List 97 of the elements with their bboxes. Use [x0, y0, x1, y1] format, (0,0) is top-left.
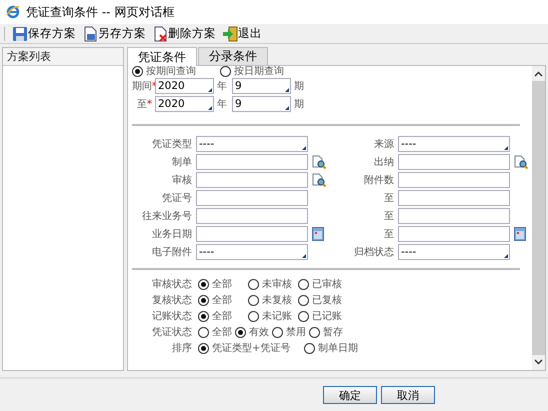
- toolbar-button[interactable]: 保存方案: [10, 24, 78, 42]
- toolbar-button[interactable]: 另存方案: [80, 24, 148, 42]
- radio-button[interactable]: [298, 294, 309, 306]
- radio-button[interactable]: [272, 326, 283, 338]
- calendar-icon[interactable]: [312, 227, 324, 241]
- radio-button[interactable]: [220, 66, 231, 76]
- tab[interactable]: 凭证条件: [127, 47, 197, 66]
- field-label: 往来业务号: [141, 210, 192, 223]
- field-label: 审核: [171, 174, 192, 187]
- field-label: 归档状态: [353, 246, 394, 259]
- radio-button[interactable]: [198, 310, 209, 322]
- unit-label: 年: [217, 80, 228, 93]
- lookup-icon[interactable]: [514, 155, 528, 169]
- dropdown-field[interactable]: ----: [196, 136, 308, 152]
- delete-document-icon: [152, 26, 168, 42]
- lookup-icon[interactable]: [312, 173, 326, 187]
- text-field[interactable]: [196, 190, 308, 206]
- field-label: 出纳: [373, 156, 394, 169]
- field-label: 审核状态: [151, 278, 192, 291]
- text-field[interactable]: [398, 190, 510, 206]
- text-field[interactable]: [196, 208, 308, 224]
- radio-option[interactable]: 全部: [198, 309, 248, 323]
- radio-button[interactable]: [132, 66, 143, 76]
- radio-option[interactable]: 未审核: [248, 277, 298, 291]
- calendar-icon[interactable]: [514, 227, 526, 241]
- radio-option[interactable]: 未复核: [248, 293, 298, 307]
- radio-button[interactable]: [198, 294, 209, 306]
- dropdown-field[interactable]: ----: [196, 244, 308, 260]
- radio-option[interactable]: 凭证类型+凭证号: [198, 341, 304, 355]
- radio-option[interactable]: 禁用: [272, 325, 309, 339]
- field-label: 至*: [136, 98, 152, 111]
- lookup-icon[interactable]: [312, 155, 326, 169]
- radio-option[interactable]: 已记账: [298, 309, 348, 323]
- dropdown-field[interactable]: ----: [398, 136, 510, 152]
- lookup-field[interactable]: [398, 154, 510, 170]
- field-label: 电子附件: [151, 246, 192, 259]
- radio-button[interactable]: [298, 278, 309, 290]
- radio-button[interactable]: [198, 326, 209, 338]
- document-icon: [82, 26, 98, 42]
- save-icon: [12, 26, 28, 42]
- radio-button[interactable]: [198, 342, 209, 354]
- dialog-button[interactable]: 取消: [381, 386, 435, 404]
- lookup-field[interactable]: [196, 154, 308, 170]
- year-field[interactable]: 2020: [155, 96, 214, 112]
- field-label: 至: [383, 228, 394, 241]
- unit-label: 期: [294, 98, 305, 111]
- dropdown-field[interactable]: ----: [398, 244, 510, 260]
- field-label: 复核状态: [151, 294, 192, 307]
- unit-label: 期: [294, 80, 305, 93]
- radio-button[interactable]: [304, 342, 315, 354]
- field-label: 凭证状态: [151, 326, 192, 339]
- radio-option[interactable]: 已复核: [298, 293, 348, 307]
- browser-icon: [6, 5, 20, 19]
- radio-button[interactable]: [198, 278, 209, 290]
- radio-option[interactable]: 全部: [198, 325, 235, 339]
- field-label: 制单: [171, 156, 192, 169]
- radio-button[interactable]: [235, 326, 246, 338]
- radio-button[interactable]: [298, 310, 309, 322]
- radio-option[interactable]: 按日期查询: [220, 66, 284, 78]
- toolbar-button[interactable]: 退出: [220, 24, 264, 42]
- panel-header: 方案列表: [3, 48, 123, 66]
- period-field[interactable]: 9: [232, 96, 291, 112]
- radio-button[interactable]: [248, 278, 259, 290]
- period-field[interactable]: 9: [232, 78, 291, 94]
- field-label: 至: [383, 192, 394, 205]
- radio-option[interactable]: 已审核: [298, 277, 348, 291]
- text-field[interactable]: [398, 208, 510, 224]
- radio-button[interactable]: [309, 326, 320, 338]
- year-field[interactable]: 2020: [155, 78, 214, 94]
- radio-option[interactable]: 按期间查询: [132, 66, 196, 78]
- radio-option[interactable]: 全部: [198, 293, 248, 307]
- dialog-button[interactable]: 确定: [323, 386, 377, 404]
- scroll-down-icon: [534, 359, 543, 365]
- radio-option[interactable]: 有效: [235, 325, 272, 339]
- field-label: 凭证类型: [151, 138, 192, 151]
- field-label: 附件数: [363, 174, 394, 187]
- text-field[interactable]: [398, 172, 510, 188]
- radio-button[interactable]: [248, 294, 259, 306]
- window-title: 凭证查询条件 -- 网页对话框: [26, 4, 174, 20]
- tab[interactable]: 分录条件: [198, 47, 268, 65]
- radio-button[interactable]: [248, 310, 259, 322]
- radio-option[interactable]: 全部: [198, 277, 248, 291]
- unit-label: 年: [217, 98, 228, 111]
- date-field[interactable]: [398, 226, 510, 242]
- field-label: 排序: [171, 342, 192, 355]
- radio-option[interactable]: 未记账: [248, 309, 298, 323]
- field-label: 记账状态: [151, 310, 192, 323]
- radio-option[interactable]: 暂存: [309, 325, 346, 339]
- date-field[interactable]: [196, 226, 308, 242]
- exit-icon: [222, 26, 238, 42]
- field-label: 凭证号: [161, 192, 192, 205]
- toolbar-button[interactable]: 删除方案: [150, 24, 218, 42]
- scroll-up-icon: [534, 71, 543, 77]
- lookup-field[interactable]: [196, 172, 308, 188]
- field-label: 业务日期: [151, 228, 192, 241]
- field-label: 至: [383, 210, 394, 223]
- field-label: 来源: [373, 138, 394, 151]
